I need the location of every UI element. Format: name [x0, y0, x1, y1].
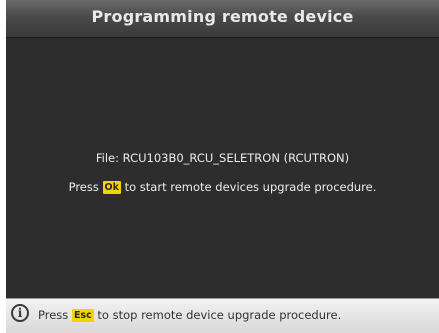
main-panel: File: RCU103B0_RCU_SELETRON (RCUTRON) Pr… [6, 38, 439, 296]
stop-instruction: Press Esc to stop remote device upgrade … [38, 308, 341, 322]
start-instruction-prefix: Press [68, 180, 99, 194]
start-instruction-suffix: to start remote devices upgrade procedur… [124, 180, 377, 194]
footer-hint-bar: i Press Esc to stop remote device upgrad… [6, 298, 439, 333]
stop-instruction-suffix: to stop remote device upgrade procedure. [97, 308, 342, 322]
page-title: Programming remote device [91, 7, 354, 26]
file-name-text: File: RCU103B0_RCU_SELETRON (RCUTRON) [95, 151, 350, 165]
stop-instruction-prefix: Press [38, 308, 69, 322]
esc-key-badge: Esc [71, 309, 94, 322]
ok-key-badge: Ok [102, 181, 121, 194]
start-instruction: Press Ok to start remote devices upgrade… [6, 180, 439, 194]
screen: Programming remote device File: RCU103B0… [6, 0, 439, 333]
info-icon: i [11, 304, 29, 322]
header-bar: Programming remote device [6, 0, 439, 38]
